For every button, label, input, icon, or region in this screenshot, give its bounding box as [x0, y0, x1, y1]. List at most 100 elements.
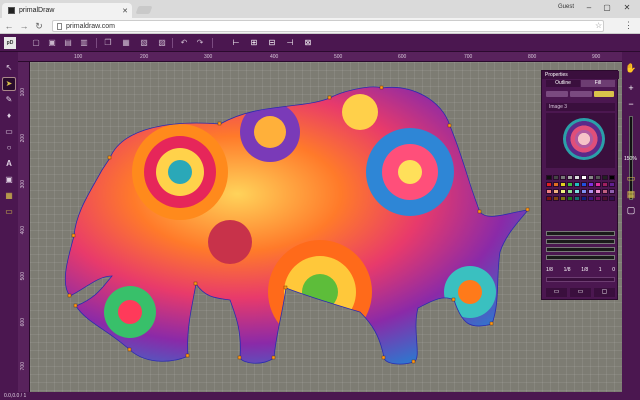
swatch[interactable]: [602, 175, 608, 180]
paste-icon[interactable]: ▦: [120, 37, 132, 49]
swatch[interactable]: [595, 196, 601, 201]
hand-icon[interactable]: ✋: [625, 62, 637, 74]
text-icon[interactable]: A: [3, 158, 15, 170]
swatch[interactable]: [609, 196, 615, 201]
select-icon[interactable]: ↖: [3, 62, 15, 74]
panel-toggle-icon[interactable]: ▢: [625, 204, 637, 216]
opacity-slider[interactable]: [546, 255, 615, 260]
grid-toggle-icon[interactable]: ▦: [625, 188, 637, 200]
close-icon[interactable]: ✕: [620, 2, 634, 14]
redo-icon[interactable]: ↷: [194, 37, 206, 49]
trash-icon[interactable]: ▨: [156, 37, 168, 49]
swatch[interactable]: [567, 196, 573, 201]
swatch[interactable]: [588, 182, 594, 187]
dim-field[interactable]: 1: [599, 267, 602, 274]
swatch[interactable]: [581, 182, 587, 187]
swatch[interactable]: [581, 196, 587, 201]
swatch[interactable]: [546, 196, 552, 201]
swatch[interactable]: [553, 196, 559, 201]
frame-icon[interactable]: ▭: [3, 206, 15, 218]
elephant-artwork[interactable]: [30, 62, 622, 392]
swatch[interactable]: [602, 182, 608, 187]
layers-icon[interactable]: ▭: [625, 172, 637, 184]
close-tab-icon[interactable]: ✕: [122, 7, 128, 15]
save-icon[interactable]: ▤: [62, 37, 74, 49]
swatch[interactable]: [574, 196, 580, 201]
export-icon[interactable]: ▥: [78, 37, 90, 49]
swatch[interactable]: [574, 175, 580, 180]
slider-track[interactable]: [546, 277, 615, 282]
stroke-color-swatch[interactable]: [594, 91, 614, 97]
swatch[interactable]: [588, 189, 594, 194]
align-left-icon[interactable]: ⊢: [230, 37, 242, 49]
ellipse-icon[interactable]: ○: [3, 142, 15, 154]
dim-field[interactable]: 1/8: [564, 267, 571, 274]
dim-field[interactable]: 0: [612, 267, 615, 274]
fill-icon[interactable]: ♦: [3, 110, 15, 122]
swatch[interactable]: [588, 175, 594, 180]
align-middle-icon[interactable]: ⊟: [266, 37, 278, 49]
align-center-icon[interactable]: ⊞: [248, 37, 260, 49]
swatch[interactable]: [553, 182, 559, 187]
swatch[interactable]: [574, 182, 580, 187]
swatch[interactable]: [609, 189, 615, 194]
direct-select-icon[interactable]: ➤: [2, 77, 16, 91]
lightness-slider[interactable]: [546, 247, 615, 252]
swatch[interactable]: [602, 189, 608, 194]
zoom-out-icon[interactable]: −: [625, 98, 637, 110]
browser-tab[interactable]: primalDraw ✕: [2, 3, 132, 18]
swatch[interactable]: [560, 189, 566, 194]
swatch[interactable]: [574, 189, 580, 194]
swatch[interactable]: [546, 175, 552, 180]
saturation-slider[interactable]: [546, 239, 615, 244]
pen-icon[interactable]: ✎: [3, 94, 15, 106]
minimize-icon[interactable]: –: [582, 2, 596, 14]
stroke-width-control[interactable]: [570, 91, 592, 97]
copy-icon[interactable]: ❐: [102, 37, 114, 49]
image-icon[interactable]: ▣: [3, 174, 15, 186]
swatch[interactable]: [546, 189, 552, 194]
swatch[interactable]: [595, 182, 601, 187]
grid-icon[interactable]: ▦: [3, 190, 15, 202]
rectangle-icon[interactable]: ▭: [3, 126, 15, 138]
dim-field[interactable]: 1/8: [546, 267, 553, 274]
undo-icon[interactable]: ↶: [178, 37, 190, 49]
delete-icon[interactable]: ▧: [138, 37, 150, 49]
swatch[interactable]: [567, 182, 573, 187]
tab-fill[interactable]: Fill: [581, 80, 615, 87]
minimize-panel-icon[interactable]: ▭: [546, 288, 567, 297]
collapse-panel-icon[interactable]: ▭: [570, 288, 591, 297]
swatch[interactable]: [546, 182, 552, 187]
swatch[interactable]: [567, 189, 573, 194]
swatch[interactable]: [602, 196, 608, 201]
maximize-icon[interactable]: ▢: [600, 2, 614, 14]
swatch[interactable]: [588, 196, 594, 201]
new-tab-button[interactable]: [135, 6, 153, 14]
distribute-icon[interactable]: ⊠: [302, 37, 314, 49]
align-right-icon[interactable]: ⊣: [284, 37, 296, 49]
open-icon[interactable]: ▣: [46, 37, 58, 49]
zoom-in-icon[interactable]: +: [625, 82, 637, 94]
forward-icon[interactable]: →: [18, 20, 30, 32]
profile-label[interactable]: Guest: [558, 4, 574, 10]
reload-icon[interactable]: ↻: [33, 20, 45, 32]
swatch[interactable]: [609, 182, 615, 187]
swatch[interactable]: [581, 175, 587, 180]
drawing-canvas[interactable]: [30, 62, 622, 392]
swatch[interactable]: [581, 189, 587, 194]
stroke-style-control[interactable]: [546, 91, 568, 97]
swatch[interactable]: [560, 182, 566, 187]
swatch[interactable]: [609, 175, 615, 180]
url-input[interactable]: primaldraw.com: [52, 20, 604, 32]
image-thumbnail[interactable]: [563, 118, 605, 160]
star-icon[interactable]: ☆: [595, 21, 602, 30]
expand-panel-icon[interactable]: ▢: [594, 288, 615, 297]
tab-outline[interactable]: Outline: [546, 80, 580, 87]
swatch[interactable]: [595, 189, 601, 194]
new-icon[interactable]: ▢: [30, 37, 42, 49]
swatch[interactable]: [595, 175, 601, 180]
swatch[interactable]: [553, 175, 559, 180]
menu-icon[interactable]: ⋮: [624, 20, 633, 31]
swatch[interactable]: [560, 196, 566, 201]
swatch[interactable]: [567, 175, 573, 180]
